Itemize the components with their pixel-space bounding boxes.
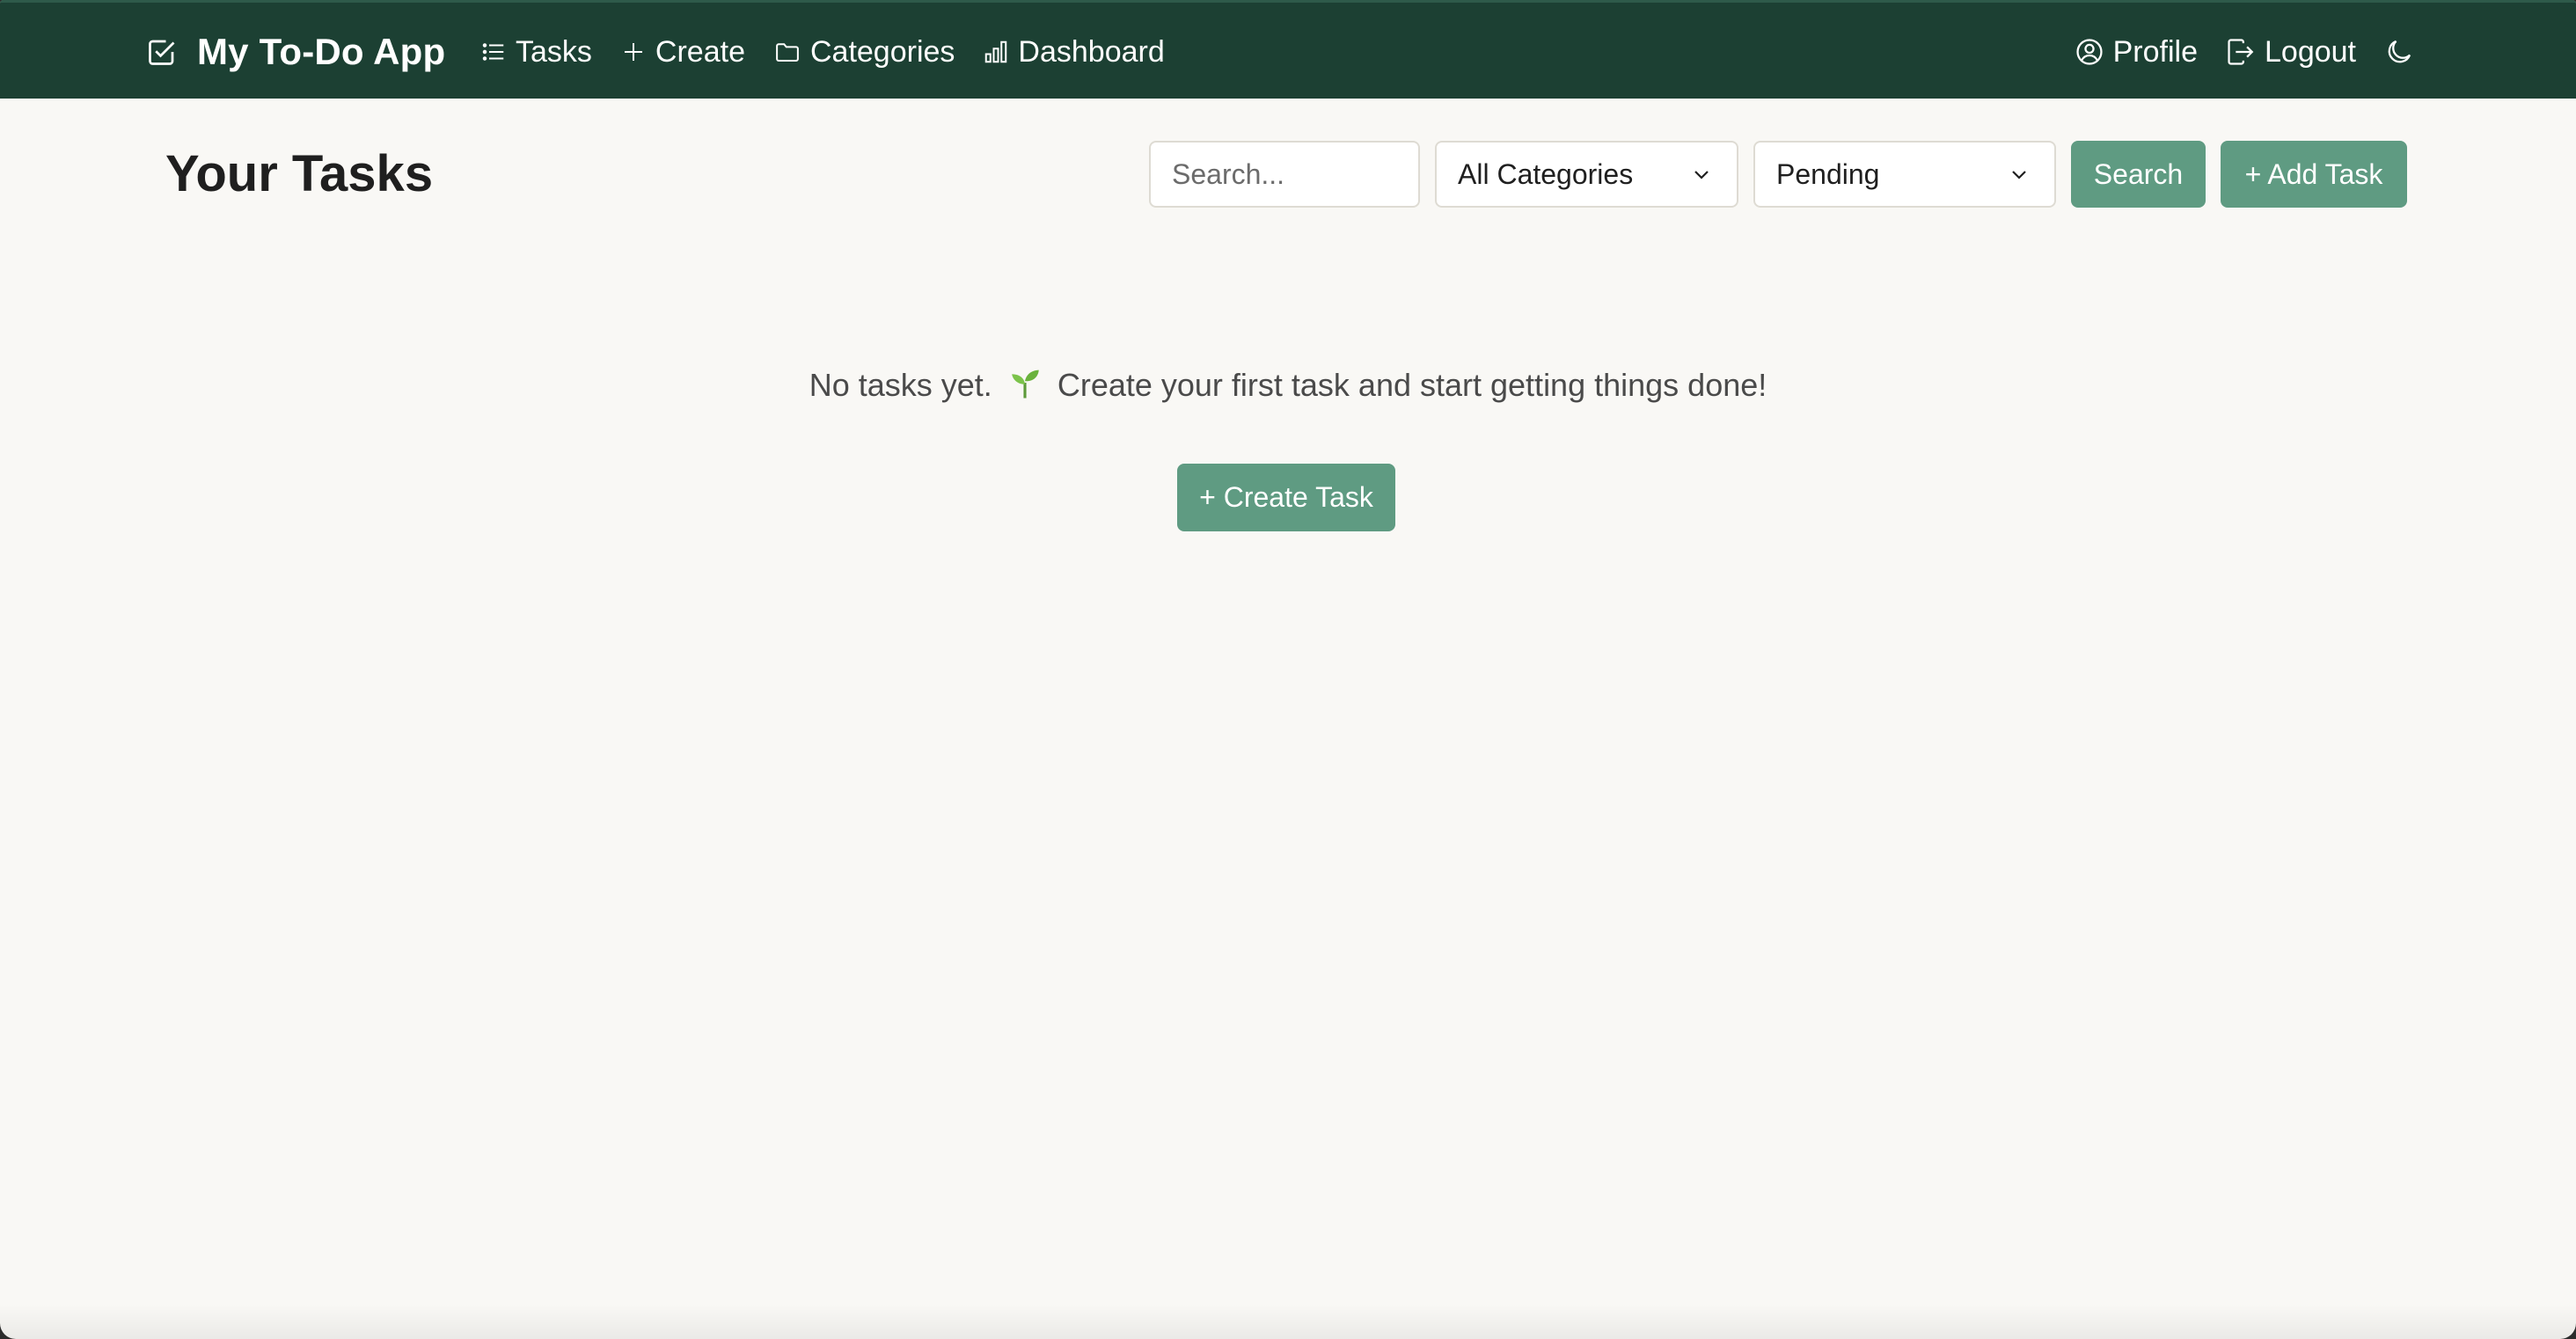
task-filter-toolbar: All Categories Pending Search + Add Task	[1149, 141, 2407, 208]
empty-state-message: No tasks yet. Create your first task and…	[0, 364, 2576, 409]
nav-link-label: Profile	[2112, 34, 2198, 69]
search-input[interactable]	[1149, 141, 1420, 208]
chevron-down-icon	[1691, 164, 1712, 185]
nav-link-label: Tasks	[516, 34, 592, 69]
top-navbar: My To-Do App Tasks Create Categories Das…	[0, 0, 2576, 99]
logout-icon	[2226, 37, 2256, 67]
brand[interactable]: My To-Do App	[146, 3, 445, 101]
user-circle-icon	[2075, 37, 2104, 67]
status-select-value: Pending	[1776, 157, 1880, 190]
nav-link-dashboard[interactable]: Dashboard	[983, 34, 1165, 70]
nav-link-label: Dashboard	[1018, 34, 1165, 69]
app-window: My To-Do App Tasks Create Categories Das…	[0, 0, 2576, 1339]
nav-links: Tasks Create Categories Dashboard	[480, 3, 1165, 101]
create-task-button[interactable]: + Create Task	[1177, 464, 1395, 531]
chevron-down-icon	[2009, 164, 2030, 185]
category-select[interactable]: All Categories	[1435, 141, 1738, 208]
nav-right: Profile Logout	[2075, 3, 2414, 101]
bar-chart-icon	[983, 39, 1009, 65]
nav-link-create[interactable]: Create	[620, 35, 745, 70]
nav-link-label: Categories	[809, 34, 955, 69]
plus-icon	[620, 39, 647, 65]
search-button[interactable]: Search	[2071, 141, 2206, 208]
seedling-icon	[1006, 364, 1043, 409]
check-square-icon	[146, 36, 178, 68]
window-bottom-shadow	[0, 1304, 2576, 1339]
moon-icon	[2384, 37, 2414, 67]
nav-link-logout[interactable]: Logout	[2226, 35, 2356, 70]
brand-title: My To-Do App	[197, 31, 446, 72]
folder-icon	[773, 39, 801, 65]
empty-state-text-after: Create your first task and start getting…	[1057, 367, 1767, 403]
empty-state-text-before: No tasks yet.	[809, 367, 992, 403]
nav-link-profile[interactable]: Profile	[2075, 35, 2198, 70]
nav-link-label: Logout	[2265, 34, 2356, 69]
theme-toggle[interactable]	[2384, 37, 2414, 67]
add-task-button[interactable]: + Add Task	[2221, 141, 2407, 208]
nav-link-tasks[interactable]: Tasks	[480, 35, 592, 70]
category-select-value: All Categories	[1458, 157, 1634, 190]
nav-link-categories[interactable]: Categories	[773, 35, 955, 70]
list-icon	[480, 39, 507, 65]
nav-link-label: Create	[655, 34, 745, 69]
page-title: Your Tasks	[165, 145, 434, 202]
status-select[interactable]: Pending	[1753, 141, 2056, 208]
